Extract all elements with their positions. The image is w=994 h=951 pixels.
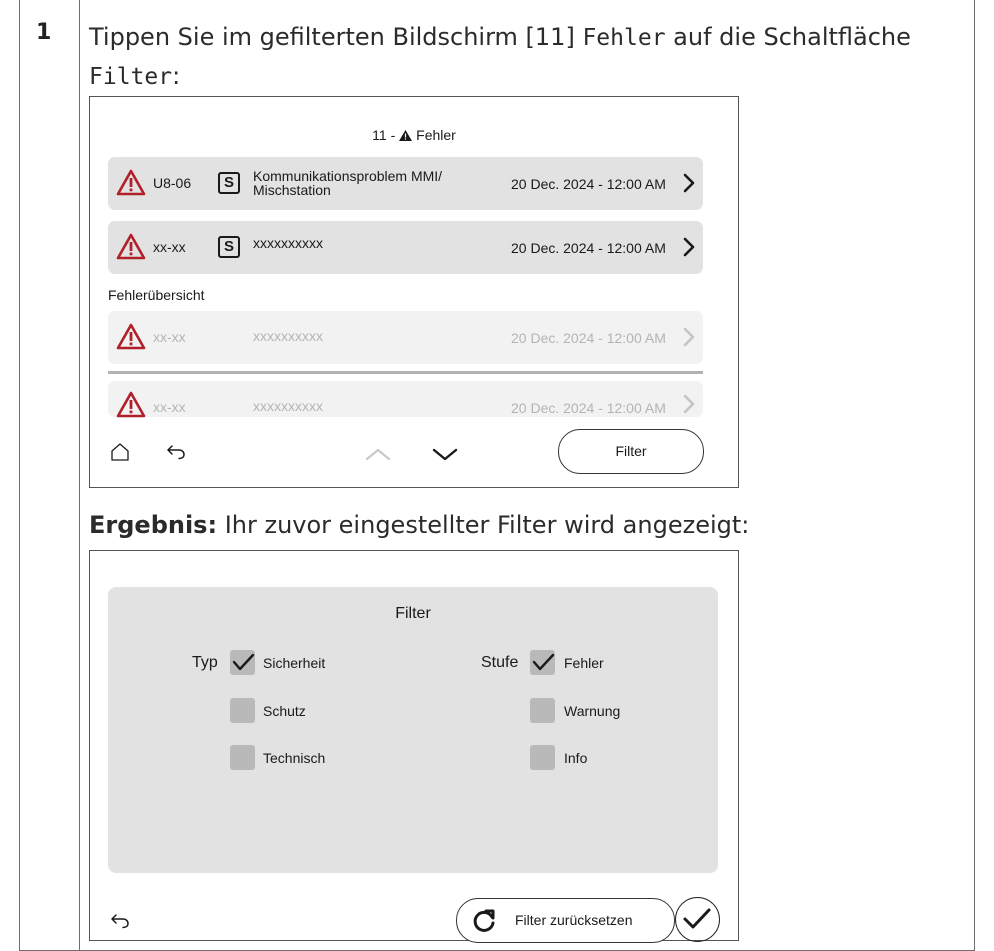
error-code: xx-xx <box>153 399 186 415</box>
screen-title-name: Fehler <box>416 127 456 143</box>
screen-title: 11 - Fehler <box>90 127 738 143</box>
safety-badge-icon: S <box>218 172 240 194</box>
instruction-colon: : <box>172 62 181 90</box>
checkbox-schutz[interactable] <box>230 698 255 723</box>
error-timestamp: 20 Dec. 2024 - 12:00 AM <box>511 240 666 256</box>
back-icon[interactable] <box>110 913 130 929</box>
checkbox-fehler[interactable] <box>530 650 555 675</box>
option-label: Sicherheit <box>263 655 326 671</box>
error-description: Kommunikationsproblem MMI/Mischstation <box>253 169 442 197</box>
filter-screen: Filter Typ Sicherheit Schutz Technisch S… <box>89 550 739 943</box>
error-code: xx-xx <box>153 239 186 255</box>
option-label: Fehler <box>564 655 604 671</box>
error-timestamp: 20 Dec. 2024 - 12:00 AM <box>511 176 666 192</box>
reset-filter-button[interactable]: Filter zurücksetzen <box>456 898 675 943</box>
list-separator <box>108 371 703 374</box>
chevron-right-icon <box>683 394 695 414</box>
column-divider <box>79 0 80 951</box>
history-row[interactable]: xx-xx xxxxxxxxxx 20 Dec. 2024 - 12:00 AM <box>108 381 703 418</box>
error-timestamp: 20 Dec. 2024 - 12:00 AM <box>511 400 666 416</box>
error-row[interactable]: xx-xx S xxxxxxxxxx 20 Dec. 2024 - 12:00 … <box>108 221 703 274</box>
home-icon[interactable] <box>110 442 130 462</box>
chevron-up-icon[interactable] <box>365 447 391 461</box>
error-code: U8-06 <box>153 175 192 191</box>
checkmark-icon <box>532 653 555 671</box>
error-description: xxxxxxxxxx <box>253 398 323 414</box>
step-instruction: Tippen Sie im gefilterten Bildschirm [11… <box>89 18 959 96</box>
error-timestamp: 20 Dec. 2024 - 12:00 AM <box>511 330 666 346</box>
checkbox-technisch[interactable] <box>230 745 255 770</box>
option-label: Warnung <box>564 703 621 719</box>
error-description: xxxxxxxxxx <box>253 328 323 344</box>
filter-button[interactable]: Filter <box>558 429 704 474</box>
confirm-button[interactable] <box>675 897 720 942</box>
chevron-right-icon <box>683 173 695 193</box>
error-description-line2: Mischstation <box>253 182 331 198</box>
result-text: Ihr zuvor eingestellter Filter wird ange… <box>217 511 750 539</box>
reset-filter-label: Filter zurücksetzen <box>515 912 633 928</box>
back-icon[interactable] <box>166 444 186 460</box>
error-description: xxxxxxxxxx <box>253 235 323 251</box>
chevron-right-icon <box>683 237 695 257</box>
refresh-icon <box>473 909 495 932</box>
history-row[interactable]: xx-xx xxxxxxxxxx 20 Dec. 2024 - 12:00 AM <box>108 311 703 364</box>
filter-panel: Filter Typ Sicherheit Schutz Technisch S… <box>108 587 718 873</box>
chevron-right-icon <box>683 327 695 347</box>
filter-title: Filter <box>395 605 431 622</box>
warning-small-icon <box>399 130 413 141</box>
option-label: Schutz <box>263 703 306 719</box>
checkmark-icon <box>232 653 255 671</box>
checkbox-sicherheit[interactable] <box>230 650 255 675</box>
warning-icon <box>116 169 146 196</box>
error-code: xx-xx <box>153 329 186 345</box>
option-label: Technisch <box>263 750 326 766</box>
result-line: Ergebnis: Ihr zuvor eingestellter Filter… <box>89 508 749 542</box>
warning-icon <box>116 323 146 350</box>
warning-icon <box>116 391 146 418</box>
chevron-down-icon[interactable] <box>432 447 458 461</box>
checkmark-icon <box>683 908 711 929</box>
option-label: Info <box>564 750 588 766</box>
result-label: Ergebnis: <box>89 511 218 539</box>
safety-badge-icon: S <box>218 236 240 258</box>
history-section-label: Fehlerübersicht <box>108 287 205 303</box>
instruction-code-screen: Fehler <box>582 25 666 51</box>
checkbox-warnung[interactable] <box>530 698 555 723</box>
error-row[interactable]: U8-06 S Kommunikationsproblem MMI/Mischs… <box>108 157 703 210</box>
instruction-text-2: auf die Schaltfläche <box>665 23 911 51</box>
type-label: Typ <box>192 654 218 671</box>
instruction-text: Tippen Sie im gefilterten Bildschirm [11… <box>89 23 583 51</box>
error-list-screen: 11 - Fehler U8-06 S Kommunikationsproble… <box>89 96 739 488</box>
instruction-code-button: Filter <box>89 64 173 90</box>
level-label: Stufe <box>481 654 519 671</box>
screen-title-prefix: 11 - <box>372 127 400 143</box>
warning-icon <box>116 233 146 260</box>
checkbox-info[interactable] <box>530 745 555 770</box>
step-number: 1 <box>36 20 52 45</box>
